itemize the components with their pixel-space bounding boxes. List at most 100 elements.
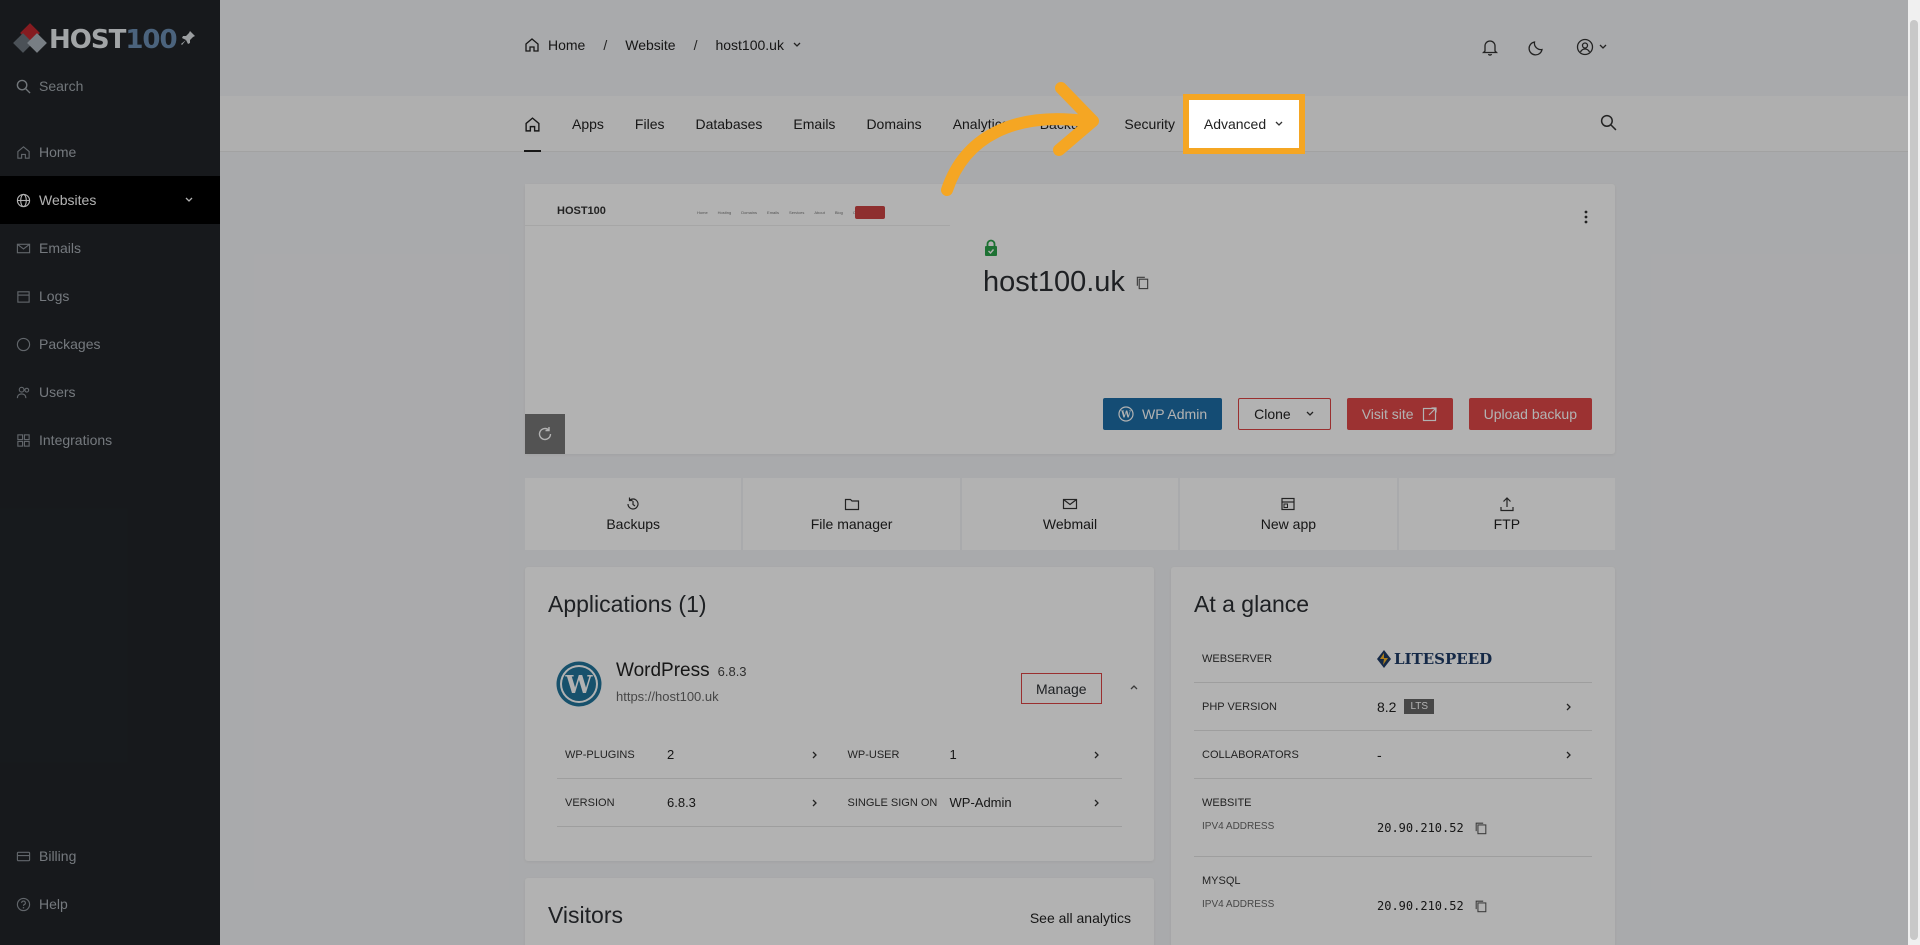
app-name: WordPress [616,660,710,681]
sidebar-item-users[interactable]: Users [0,368,220,416]
sidebar: HOST100 Search Home Websites Emails Logs… [0,0,220,945]
app-url[interactable]: https://host100.uk [616,689,719,704]
more-options-icon[interactable] [1583,208,1589,226]
tab-home[interactable] [524,96,541,152]
preview-link: Blog [834,210,843,215]
chevron-down-icon [1275,121,1283,126]
glance-php-version[interactable]: PHP VERSION 8.2 LTS [1194,683,1592,731]
upload-backup-label: Upload backup [1483,406,1577,422]
search-icon [16,79,31,94]
home-icon[interactable] [524,37,540,53]
search-icon[interactable] [1600,114,1617,131]
globe-icon [16,193,31,207]
detail-wp-plugins[interactable]: WP-PLUGINS 2 [557,747,840,762]
php-version-value: 8.2 [1377,698,1397,715]
user-avatar-icon [1576,38,1594,56]
chevron-down-icon[interactable] [792,40,802,50]
detail-wp-user[interactable]: WP-USER 1 [840,747,1123,762]
preview-header: HOST100 Home Hosting Domains Emails Serv… [525,198,950,226]
tab-security[interactable]: Security [1124,96,1175,152]
glance-key: WEBSITE [1202,797,1252,809]
bell-icon[interactable] [1482,38,1498,56]
sidebar-item-logs[interactable]: Logs [0,272,220,320]
detail-value: 2 [667,747,675,762]
scrollbar-thumb[interactable] [1910,20,1918,940]
app-row-wordpress: W WordPress 6.8.3 https://host100.uk Man… [555,660,1138,712]
tab-databases[interactable]: Databases [695,96,762,152]
sidebar-item-home[interactable]: Home [0,128,220,176]
visit-site-button[interactable]: Visit site [1346,398,1453,430]
ip-value-row: 20.90.210.52 [1377,899,1488,913]
host100-logo[interactable]: HOST100 [13,23,178,56]
quick-action-label: Backups [606,516,661,532]
see-all-analytics-link[interactable]: See all analytics [1030,910,1131,926]
users-icon [16,386,30,398]
user-menu[interactable] [1576,38,1608,56]
sidebar-item-websites[interactable]: Websites [0,176,220,224]
sidebar-item-help[interactable]: Help [0,880,220,928]
quick-action-webmail[interactable]: Webmail [961,478,1179,550]
home-icon [525,116,540,132]
copy-icon[interactable] [1474,899,1488,913]
glance-subkey: IPV4 ADDRESS [1202,899,1275,910]
quick-action-new-app[interactable]: New app [1180,478,1397,550]
logo-word: HOST [49,25,126,55]
app-details-row: VERSION 6.8.3 SINGLE SIGN ON WP-Admin [557,779,1122,827]
chevron-up-icon[interactable] [1129,682,1139,692]
visitors-card: Visitors See all analytics [525,878,1154,945]
moon-icon[interactable] [1528,38,1546,56]
tab-advanced[interactable]: Advanced [1183,94,1305,154]
breadcrumb-home[interactable]: Home [548,37,585,53]
quick-action-label: Webmail [1042,516,1098,532]
page-scrollbar[interactable] [1908,0,1920,945]
sidebar-item-label: Billing [39,848,77,864]
quick-action-file-manager[interactable]: File manager [743,478,960,550]
refresh-icon [538,427,552,441]
sidebar-item-packages[interactable]: Packages [0,320,220,368]
quick-action-backups[interactable]: Backups [525,478,742,550]
refresh-preview-button[interactable] [525,414,565,454]
detail-key: WP-USER [847,748,900,761]
sidebar-item-integrations[interactable]: Integrations [0,416,220,464]
breadcrumb-site[interactable]: host100.uk [715,37,784,53]
app-icon [1281,497,1296,511]
ip-value-row: 20.90.210.52 [1377,821,1488,835]
copy-icon[interactable] [1135,275,1150,290]
glance-subkey: IPV4 ADDRESS [1202,821,1275,832]
tab-domains[interactable]: Domains [866,96,921,152]
detail-value: WP-Admin [949,795,1012,810]
chevron-right-icon [812,751,817,758]
glance-webserver: WEBSERVER LITESPEED [1194,635,1592,683]
site-preview[interactable]: HOST100 Home Hosting Domains Emails Serv… [525,184,950,454]
sidebar-item-label: Help [39,896,68,912]
detail-single-sign-on[interactable]: SINGLE SIGN ON WP-Admin [840,795,1123,810]
glance-key: WEBSERVER [1202,652,1273,665]
billing-icon [16,851,31,861]
pin-icon[interactable] [180,30,196,46]
wp-admin-button[interactable]: W WP Admin [1103,398,1223,430]
sidebar-item-billing[interactable]: Billing [0,832,220,880]
clone-button[interactable]: Clone [1238,398,1331,430]
quick-action-ftp[interactable]: FTP [1398,478,1616,550]
tab-emails[interactable]: Emails [793,96,835,152]
tab-files[interactable]: Files [635,96,665,152]
home-icon [17,145,30,159]
header-actions [1482,38,1608,56]
upload-backup-button[interactable]: Upload backup [1468,398,1592,430]
sidebar-item-emails[interactable]: Emails [0,224,220,272]
wordpress-icon: W [1118,406,1134,422]
breadcrumb-separator: / [603,37,608,53]
sidebar-search[interactable]: Search [16,78,83,94]
detail-version[interactable]: VERSION 6.8.3 [557,795,840,810]
folder-icon [844,498,859,511]
chevron-down-icon [1306,411,1314,416]
tab-apps[interactable]: Apps [572,96,604,152]
site-hero-card: HOST100 Home Hosting Domains Emails Serv… [525,184,1615,454]
glance-key: MYSQL [1202,875,1241,887]
glance-collaborators[interactable]: COLLABORATORS - [1194,731,1592,779]
glance-value: 8.2 LTS [1377,698,1435,715]
detail-key: VERSION [565,796,615,809]
breadcrumb-website[interactable]: Website [625,37,675,53]
copy-icon[interactable] [1474,821,1488,835]
manage-app-button[interactable]: Manage [1021,673,1102,704]
